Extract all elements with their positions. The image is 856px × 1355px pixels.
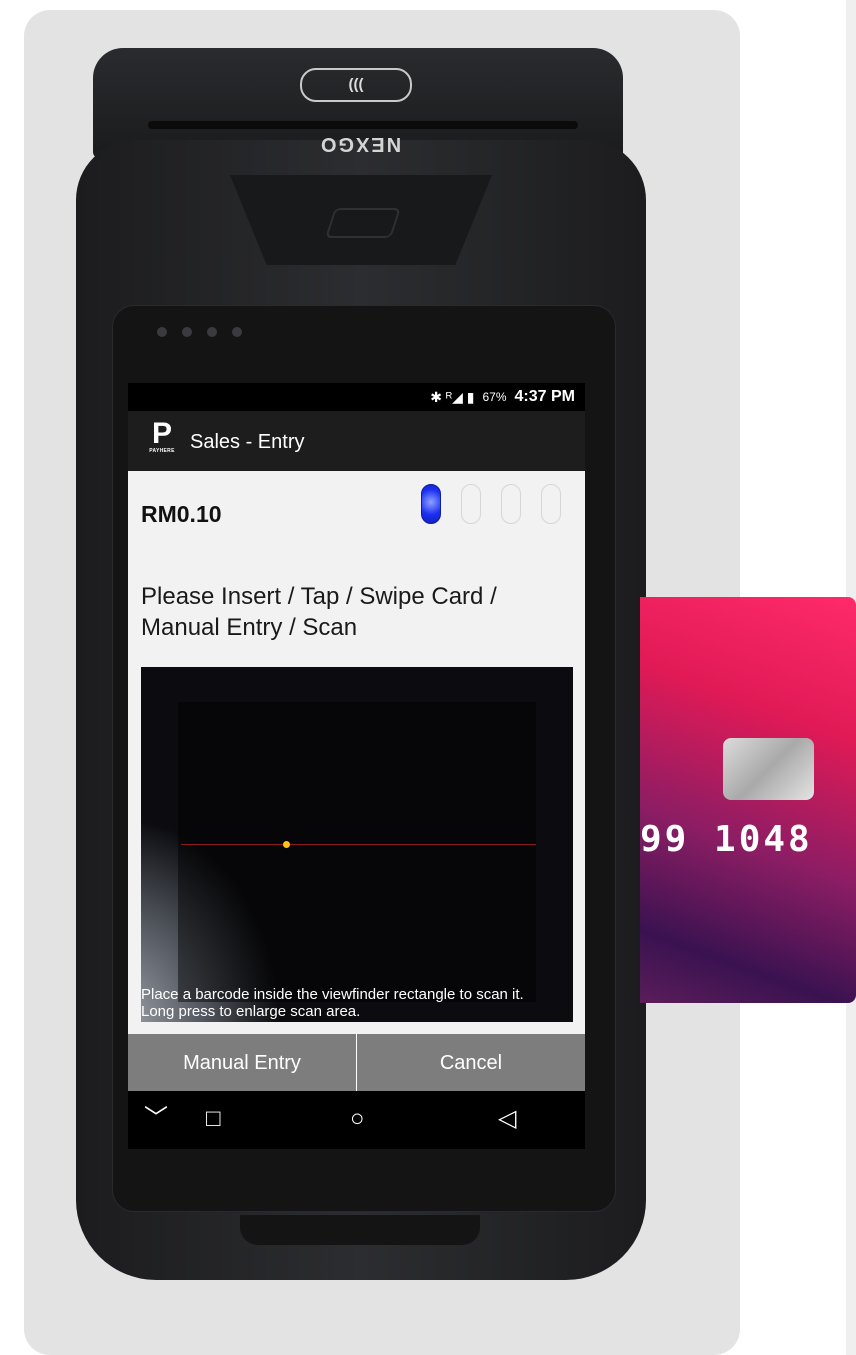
contactless-icon: ((( (300, 68, 412, 102)
logo-text: PAYHERE (149, 448, 175, 454)
manual-entry-button[interactable]: Manual Entry (128, 1034, 356, 1091)
transaction-amount: RM0.10 (141, 501, 222, 527)
sensor-dot (157, 327, 167, 337)
scanner-hint: Place a barcode inside the viewfinder re… (141, 986, 524, 1020)
status-bar: ✱ ᴿ◢ ▮ 67% 4:37 PM (128, 383, 585, 411)
sensor-dot (207, 327, 217, 337)
cancel-button[interactable]: Cancel (357, 1034, 585, 1091)
battery-percent: 67% (482, 390, 507, 404)
barcode-viewfinder[interactable]: Place a barcode inside the viewfinder re… (141, 667, 573, 1022)
card-chip-icon (723, 738, 814, 800)
scan-laser-line (181, 844, 536, 845)
recents-icon[interactable]: □ (206, 1105, 221, 1133)
device-notch (240, 1215, 480, 1245)
card-number: 99 1048 (640, 819, 813, 860)
status-icons: ✱ ᴿ◢ ▮ (430, 388, 475, 405)
focus-point (283, 841, 290, 848)
sensor-dot (232, 327, 242, 337)
back-icon[interactable]: ◁ (498, 1105, 516, 1133)
sensor-dot (182, 327, 192, 337)
scanner-lens (325, 208, 401, 238)
progress-step-1 (421, 484, 441, 524)
credit-card: 99 1048 (640, 597, 856, 1003)
app-bar: P PAYHERE Sales - Entry (128, 411, 585, 471)
logo-letter: P (151, 417, 172, 450)
paper-slot (148, 121, 578, 129)
brand-logo: NEXGO (318, 133, 402, 155)
progress-step-2 (461, 484, 481, 524)
instruction-text: Please Insert / Tap / Swipe Card / Manua… (141, 583, 497, 641)
scan-rectangle (178, 702, 536, 1002)
payhere-logo: P PAYHERE (148, 417, 176, 460)
page-title: Sales - Entry (190, 431, 305, 453)
terminal-screen: ✱ ᴿ◢ ▮ 67% 4:37 PM P PAYHERE Sales - Ent… (128, 383, 585, 1149)
navigation-bar: ﹀ □ ○ ◁ (128, 1091, 585, 1149)
nav-down-icon[interactable]: ﹀ (144, 1105, 168, 1133)
progress-step-4 (541, 484, 561, 524)
clock: 4:37 PM (514, 388, 575, 405)
progress-step-3 (501, 484, 521, 524)
home-icon[interactable]: ○ (350, 1105, 365, 1133)
contactless-symbol: ((( (348, 76, 364, 93)
